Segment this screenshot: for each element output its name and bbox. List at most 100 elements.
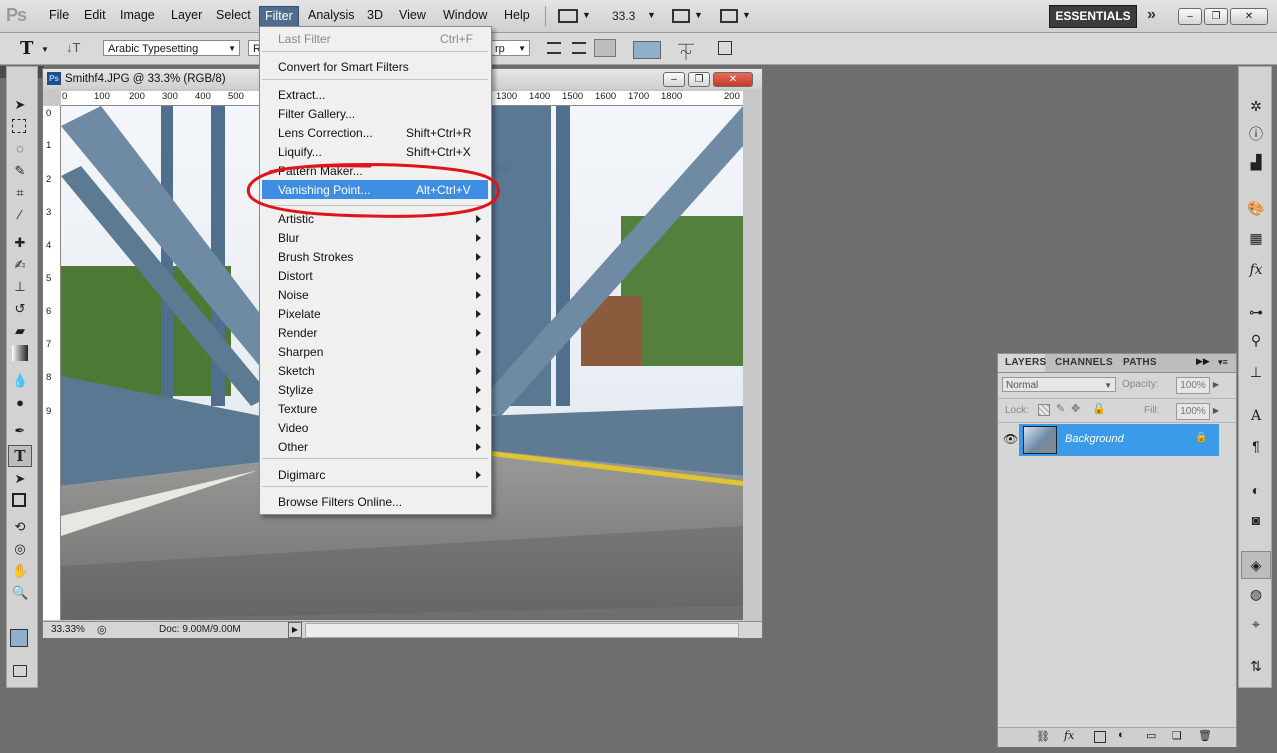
zoom-tool-icon[interactable]: 🔍: [12, 585, 28, 601]
add-mask-icon[interactable]: [1094, 731, 1106, 743]
actions-icon[interactable]: ⇅: [1247, 657, 1265, 675]
text-orientation-icon[interactable]: ↓T: [66, 40, 80, 55]
menu-filter[interactable]: Filter: [259, 6, 299, 28]
menu-item-last-filter[interactable]: Last Filter: [278, 32, 331, 46]
screen-mode-icon[interactable]: [720, 9, 738, 23]
status-options-icon[interactable]: ◎: [97, 623, 107, 636]
hand-tool-icon[interactable]: ✋: [12, 563, 28, 579]
add-layer-style-icon[interactable]: fx: [1064, 729, 1074, 742]
channels-icon[interactable]: ◍: [1247, 585, 1265, 603]
horizontal-scrollbar[interactable]: [305, 623, 739, 638]
font-family-select[interactable]: Arabic Typesetting ▼: [103, 40, 240, 56]
menu-item-blur[interactable]: Blur: [278, 231, 299, 245]
brush-presets-icon[interactable]: ◐: [1247, 481, 1265, 499]
pen-tool-icon[interactable]: ✒: [12, 423, 28, 439]
shape-tool-icon[interactable]: [12, 493, 26, 507]
text-color-swatch[interactable]: [633, 41, 661, 59]
styles-fx-icon[interactable]: fx: [1247, 261, 1265, 279]
menu-item-pixelate[interactable]: Pixelate: [278, 307, 321, 321]
chevron-down-icon[interactable]: ▼: [742, 10, 751, 20]
eraser-tool-icon[interactable]: ▰: [12, 323, 28, 339]
adjustments-icon[interactable]: ⊶: [1247, 303, 1265, 321]
menu-analysis[interactable]: Analysis: [308, 8, 355, 22]
doc-close-button[interactable]: ✕: [713, 72, 753, 87]
mini-bridge-icon[interactable]: [558, 9, 578, 23]
menu-help[interactable]: Help: [504, 8, 530, 22]
tab-channels[interactable]: CHANNELS: [1055, 357, 1113, 368]
warp-text-icon[interactable]: ⏇: [678, 39, 694, 63]
camera-icon[interactable]: ◙: [1247, 511, 1265, 529]
gradient-tool-icon[interactable]: [12, 345, 28, 361]
eyedropper-tool-icon[interactable]: ⁄: [12, 207, 28, 223]
close-button[interactable]: ✕: [1230, 8, 1268, 25]
clone-stamp-tool-icon[interactable]: ⊥: [12, 279, 28, 295]
align-center-icon[interactable]: [572, 42, 586, 54]
doc-minimize-button[interactable]: –: [663, 72, 685, 87]
foreground-color-swatch[interactable]: [10, 629, 28, 647]
menu-item-stylize[interactable]: Stylize: [278, 383, 313, 397]
menu-item-noise[interactable]: Noise: [278, 288, 309, 302]
opacity-field[interactable]: 100%: [1176, 377, 1210, 394]
status-zoom[interactable]: 33.33%: [51, 624, 85, 635]
masks-icon[interactable]: ⚲: [1247, 331, 1265, 349]
align-left-icon[interactable]: [547, 42, 561, 54]
tab-paths[interactable]: PATHS: [1123, 357, 1157, 368]
chevron-down-icon[interactable]: ▼: [582, 10, 591, 20]
paths-icon[interactable]: ⌖: [1247, 615, 1265, 633]
chevron-down-icon[interactable]: ▼: [694, 10, 703, 20]
menu-layer[interactable]: Layer: [171, 8, 202, 22]
info-icon[interactable]: ⓘ: [1247, 125, 1265, 143]
menu-3d[interactable]: 3D: [367, 8, 383, 22]
restore-button[interactable]: ❐: [1204, 8, 1228, 25]
lock-transparent-icon[interactable]: [1038, 404, 1050, 416]
menu-item-digimarc[interactable]: Digimarc: [278, 468, 325, 482]
double-chevron-right-icon[interactable]: »: [1147, 6, 1156, 24]
opacity-arrow-icon[interactable]: ▶: [1210, 377, 1222, 392]
menu-item-brush-strokes[interactable]: Brush Strokes: [278, 250, 353, 264]
new-adjustment-layer-icon[interactable]: ◐: [1118, 729, 1125, 741]
dodge-tool-icon[interactable]: ●: [12, 395, 28, 411]
crop-tool-icon[interactable]: ⌗: [12, 185, 28, 201]
fill-field[interactable]: 100%: [1176, 403, 1210, 420]
link-layers-icon[interactable]: ⛓: [1036, 730, 1050, 743]
healing-brush-tool-icon[interactable]: ✚: [12, 235, 28, 251]
paragraph-icon[interactable]: ¶: [1247, 437, 1265, 455]
3d-rotate-tool-icon[interactable]: ⟲: [12, 519, 28, 535]
ruler-left[interactable]: 0 1 2 3 4 5 6 7 8 9: [43, 106, 61, 620]
menu-image[interactable]: Image: [120, 8, 155, 22]
3d-orbit-tool-icon[interactable]: ◎: [12, 541, 28, 557]
menu-item-filter-gallery[interactable]: Filter Gallery...: [278, 107, 355, 121]
character-panel-icon[interactable]: [718, 41, 732, 55]
status-menu-arrow-icon[interactable]: ▶: [288, 622, 302, 638]
menu-edit[interactable]: Edit: [84, 8, 106, 22]
blur-tool-icon[interactable]: 💧: [12, 373, 28, 389]
menu-select[interactable]: Select: [216, 8, 251, 22]
tab-layers[interactable]: LAYERS: [1005, 357, 1046, 368]
navigator-icon[interactable]: ✲: [1247, 97, 1265, 115]
menu-item-extract[interactable]: Extract...: [278, 88, 325, 102]
menu-item-distort[interactable]: Distort: [278, 269, 313, 283]
swatches-icon[interactable]: ▦: [1247, 229, 1265, 247]
quick-mask-icon[interactable]: [13, 665, 27, 677]
workspace-switcher-button[interactable]: ESSENTIALS: [1049, 5, 1137, 28]
lock-all-icon[interactable]: 🔒: [1092, 402, 1106, 415]
chevron-down-icon[interactable]: ▼: [41, 45, 49, 54]
zoom-level-field[interactable]: 33.3: [612, 9, 635, 23]
delete-layer-icon[interactable]: 🗑: [1198, 729, 1212, 742]
histogram-icon[interactable]: ▟: [1247, 153, 1265, 171]
menu-window[interactable]: Window: [443, 8, 487, 22]
menu-item-texture[interactable]: Texture: [278, 402, 317, 416]
fill-arrow-icon[interactable]: ▶: [1210, 403, 1222, 418]
visibility-eye-icon[interactable]: 👁: [1003, 432, 1018, 446]
align-right-icon[interactable]: [594, 39, 616, 57]
arrange-documents-icon[interactable]: [672, 9, 690, 23]
menu-item-browse-filters-online[interactable]: Browse Filters Online...: [278, 495, 402, 509]
lock-position-icon[interactable]: ✥: [1071, 402, 1080, 415]
text-tool-icon[interactable]: T: [20, 38, 33, 59]
menu-item-other[interactable]: Other: [278, 440, 308, 454]
type-tool-icon[interactable]: T: [8, 445, 32, 467]
history-brush-tool-icon[interactable]: ↺: [12, 301, 28, 317]
lock-pixels-icon[interactable]: ✎: [1056, 402, 1065, 415]
character-icon[interactable]: A: [1247, 407, 1265, 425]
blend-mode-select[interactable]: Normal ▼: [1002, 377, 1116, 392]
